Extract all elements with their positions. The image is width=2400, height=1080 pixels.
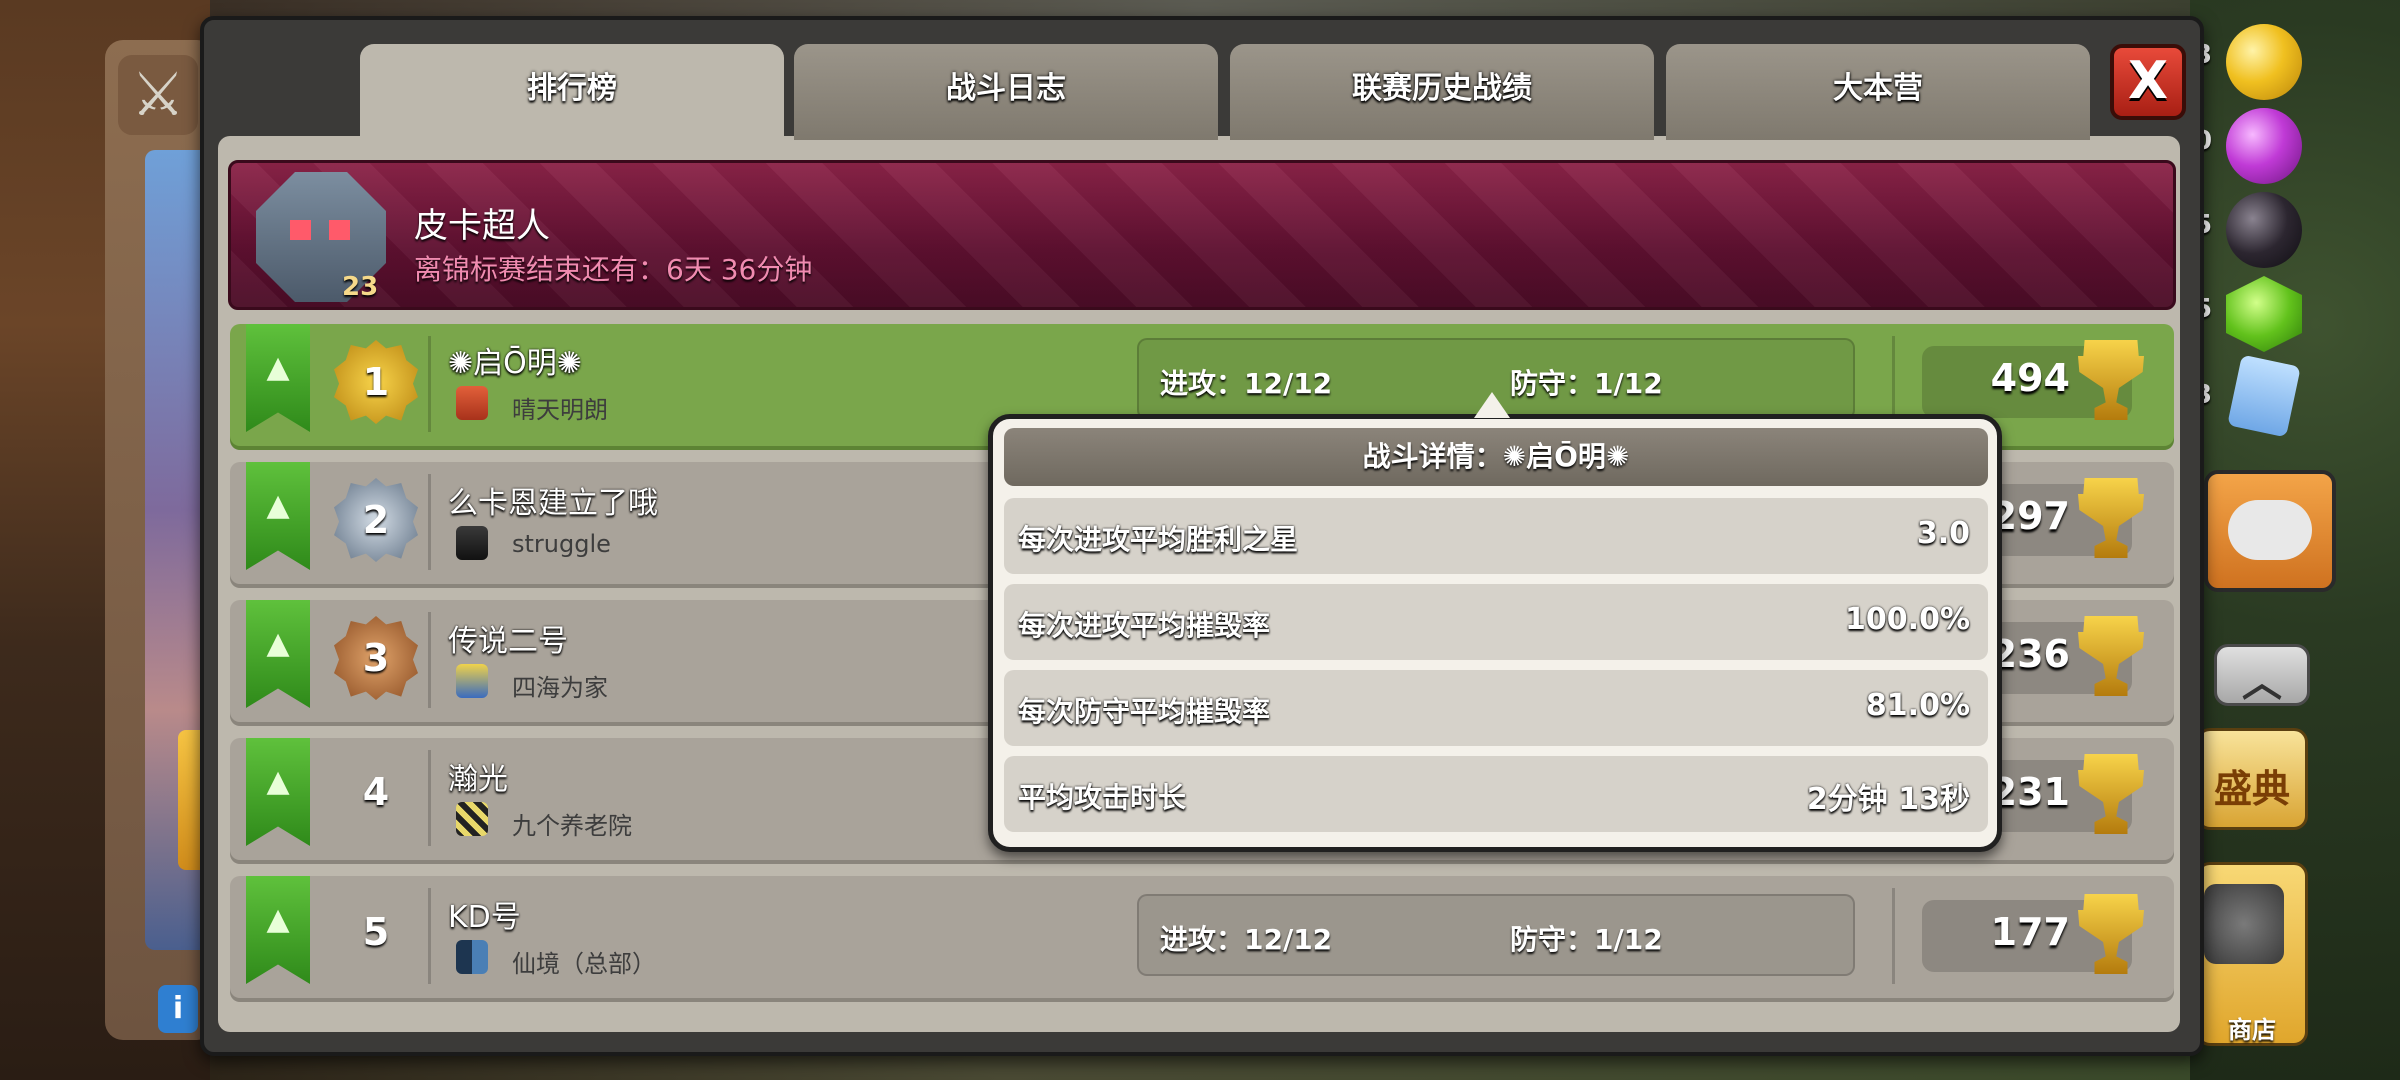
stat-label: 每次进攻平均摧毁率 <box>1018 609 1271 642</box>
defense-stat: 防守：1/12 <box>1510 367 1663 400</box>
rank-up-icon: ▲ <box>266 626 290 661</box>
hammer-icon <box>2204 884 2284 964</box>
stat-label: 每次防守平均摧毁率 <box>1018 695 1271 728</box>
tab-leaderboard[interactable]: 排行榜 <box>360 44 784 144</box>
tournament-countdown: 离锦标赛结束还有：6天 36分钟 <box>414 253 813 286</box>
player-name: ✺启Ō明✺ <box>448 346 582 381</box>
stat-value: 3.0 <box>1916 516 1970 551</box>
info-button[interactable]: i <box>158 985 198 1033</box>
gold-icon <box>2226 24 2302 100</box>
rank-up-icon: ▲ <box>266 350 290 385</box>
clan-badge-icon <box>456 940 488 974</box>
rank-up-icon: ▲ <box>266 902 290 937</box>
player-name: 传说二号 <box>448 624 568 659</box>
rank-number: 4 <box>362 770 390 814</box>
stat-value: 100.0% <box>1845 602 1970 637</box>
defense-stat: 防守：1/12 <box>1510 923 1663 956</box>
clan-badge-icon <box>456 664 488 698</box>
clan-badge-icon <box>456 526 488 560</box>
clan-name: 四海为家 <box>512 674 608 702</box>
chevron-up-icon: ︿ <box>2242 660 2282 706</box>
popup-title: 战斗详情：✺启Ō明✺ <box>1004 428 1988 486</box>
player-name: 瀚光 <box>448 762 508 797</box>
row-divider <box>1892 888 1895 984</box>
row-divider <box>428 474 431 570</box>
row-divider <box>428 888 431 984</box>
event-label: 盛典 <box>2213 767 2290 811</box>
player-name: KD号 <box>448 900 521 935</box>
crossed-swords-icon[interactable]: ⚔ <box>118 55 198 135</box>
tab-town-hall[interactable]: 大本营 <box>1666 44 2090 140</box>
rank-up-icon: ▲ <box>266 764 290 799</box>
handshake-icon <box>2228 500 2312 560</box>
attack-stat: 进攻：12/12 <box>1160 923 1333 956</box>
clan-name: 晴天明朗 <box>512 396 608 424</box>
league-title: 皮卡超人 <box>414 206 550 246</box>
clan-name: struggle <box>512 530 611 558</box>
elixir-icon <box>2226 108 2302 184</box>
dark-elixir-icon <box>2226 192 2302 268</box>
tab-battle-log[interactable]: 战斗日志 <box>794 44 1218 140</box>
rank-number: 5 <box>362 910 390 954</box>
clan-name: 九个养老院 <box>512 812 632 840</box>
rank-up-icon: ▲ <box>266 488 290 523</box>
trophy-count: 177 <box>1990 910 2070 954</box>
stat-label: 每次进攻平均胜利之星 <box>1018 523 1299 556</box>
stat-label: 平均攻击时长 <box>1018 781 1187 814</box>
league-badge-eyes <box>290 220 350 240</box>
row-divider <box>428 612 431 708</box>
stat-value: 81.0% <box>1865 688 1970 723</box>
stat-value: 2分钟 13秒 <box>1806 782 1970 817</box>
league-level: 23 <box>342 272 379 302</box>
trophy-count: 494 <box>1990 356 2070 400</box>
player-name: 么卡恩建立了哦 <box>448 486 658 521</box>
close-button[interactable]: X <box>2110 44 2186 120</box>
clan-name: 仙境（总部） <box>512 950 656 978</box>
tab-league-history[interactable]: 联赛历史战绩 <box>1230 44 1654 140</box>
row-divider <box>428 750 431 846</box>
row-divider <box>428 336 431 432</box>
shop-label: 商店 <box>2228 1016 2276 1044</box>
attack-stat: 进攻：12/12 <box>1160 367 1333 400</box>
clan-badge-icon <box>456 386 488 420</box>
clan-badge-icon <box>456 802 488 836</box>
